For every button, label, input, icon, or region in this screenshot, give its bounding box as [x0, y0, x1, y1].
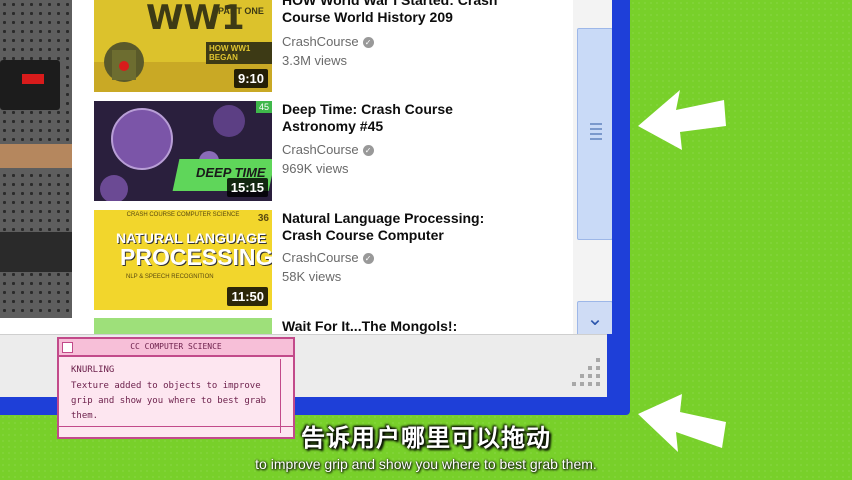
- verified-check-icon: ✓: [362, 253, 374, 264]
- verified-check-icon: ✓: [362, 37, 374, 48]
- view-count: 58K views: [282, 269, 342, 284]
- subtitle-english: to improve grip and show you where to be…: [255, 456, 597, 472]
- video-thumbnail[interactable]: WW1 PART ONE HOW WW1 BEGAN 9:10: [94, 0, 272, 92]
- thumbnail-subtitle: NLP & SPEECH RECOGNITION: [126, 274, 214, 280]
- verified-check-icon: ✓: [362, 145, 374, 156]
- device-display: [22, 74, 44, 84]
- video-thumbnail[interactable]: [94, 318, 272, 334]
- chevron-down-icon: ⌄: [586, 308, 604, 330]
- thumbnail-subtitle: PART ONE: [218, 6, 264, 16]
- list-item[interactable]: CRASH COURSE COMPUTER SCIENCE 36 NATURAL…: [94, 210, 564, 312]
- video-sidebar-panel: WW1 PART ONE HOW WW1 BEGAN 9:10 HOW Worl…: [0, 0, 612, 334]
- scrollbar[interactable]: ⌄: [573, 0, 612, 334]
- video-title[interactable]: Deep Time: Crash Course Astronomy #45: [282, 101, 552, 135]
- video-thumbnail[interactable]: 45 DEEP TIME 15:15: [94, 101, 272, 201]
- lab-device: [0, 60, 60, 110]
- knurling-grip-icon: [590, 123, 602, 143]
- episode-badge: 45: [255, 101, 272, 113]
- video-duration: 9:10: [233, 69, 268, 88]
- card-header: CC COMPUTER SCIENCE: [59, 339, 293, 357]
- list-item[interactable]: 45 DEEP TIME 15:15 Deep Time: Crash Cour…: [94, 101, 564, 203]
- view-count: 3.3M views: [282, 53, 348, 68]
- thumbnail-line2: PROCESSING: [120, 244, 272, 270]
- video-player-preview[interactable]: [0, 0, 72, 318]
- card-close-box-icon: [62, 342, 73, 353]
- video-title[interactable]: Natural Language Processing: Crash Cours…: [282, 210, 552, 244]
- channel-name[interactable]: CrashCourse ✓: [282, 34, 374, 49]
- list-item[interactable]: Wait For It...The Mongols!:: [94, 318, 564, 334]
- video-title[interactable]: Wait For It...The Mongols!:: [282, 318, 552, 334]
- episode-badge: 36: [254, 212, 272, 225]
- thumbnail-caption: HOW WW1 BEGAN: [206, 42, 272, 64]
- card-term: KNURLING: [71, 365, 115, 375]
- subtitle-chinese: 告诉用户哪里可以拖动: [301, 425, 551, 452]
- channel-name[interactable]: CrashCourse ✓: [282, 250, 374, 265]
- video-title[interactable]: HOW World War I Started: Crash Course Wo…: [282, 0, 552, 26]
- scrollbar-thumb[interactable]: [577, 28, 612, 240]
- desk: [0, 144, 72, 168]
- video-duration: 15:15: [226, 178, 268, 197]
- resize-grip-icon[interactable]: [572, 358, 604, 390]
- channel-name[interactable]: CrashCourse ✓: [282, 142, 374, 157]
- scroll-down-button[interactable]: ⌄: [577, 301, 612, 334]
- video-thumbnail[interactable]: CRASH COURSE COMPUTER SCIENCE 36 NATURAL…: [94, 210, 272, 310]
- view-count: 969K views: [282, 161, 349, 176]
- video-duration: 11:50: [227, 287, 268, 306]
- list-item[interactable]: WW1 PART ONE HOW WW1 BEGAN 9:10 HOW Worl…: [94, 0, 564, 94]
- arrow-pointing-left-icon: [638, 90, 726, 150]
- thumbnail-header: CRASH COURSE COMPUTER SCIENCE: [126, 212, 240, 218]
